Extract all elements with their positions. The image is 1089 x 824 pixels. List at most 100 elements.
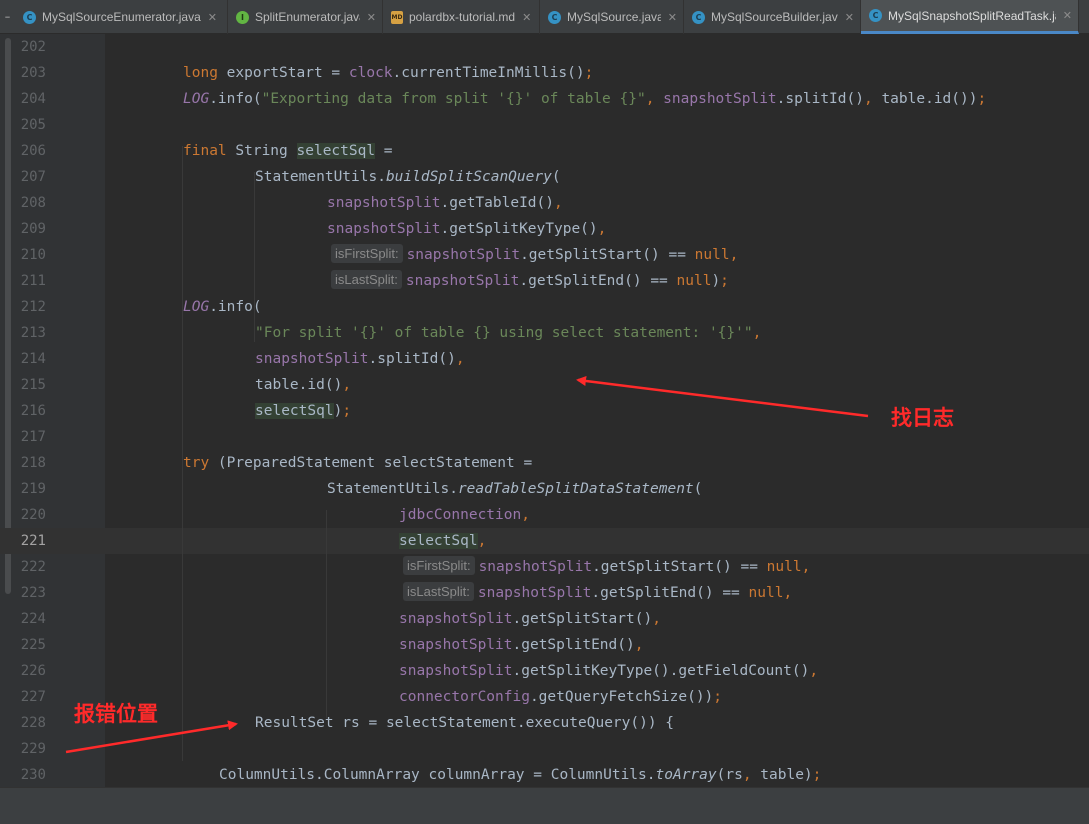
code-line[interactable]: 227 connectorConfig.getQueryFetchSize()); (0, 684, 1089, 710)
close-icon[interactable]: ✕ (668, 11, 677, 24)
line-number: 212 (20, 299, 46, 315)
code-text: snapshotSplit.splitId(), (255, 351, 465, 367)
indent-guide (254, 172, 255, 342)
tab-polardbx-tutorial[interactable]: MD polardbx-tutorial.md ✕ (383, 0, 540, 34)
code-text: StatementUtils.buildSplitScanQuery( (255, 169, 561, 185)
line-number: 224 (20, 611, 46, 627)
line-number: 223 (20, 585, 46, 601)
tab-my-sql-source-enumerator[interactable]: C MySqlSourceEnumerator.java ✕ (15, 0, 228, 34)
parameter-hint: isLastSplit: (403, 582, 474, 601)
tab-my-sql-snapshot-split-read-task[interactable]: C MySqlSnapshotSplitReadTask.java ✕ (861, 0, 1079, 34)
code-line[interactable]: 220 jdbcConnection, (0, 502, 1089, 528)
code-line[interactable]: 207 StatementUtils.buildSplitScanQuery( (0, 164, 1089, 190)
line-number: 230 (20, 767, 46, 783)
code-line[interactable]: 223 isLastSplit: snapshotSplit.getSplitEnd… (0, 580, 1089, 606)
code-text: try (PreparedStatement selectStatement = (183, 455, 533, 471)
parameter-hint: isFirstSplit: (403, 556, 475, 575)
line-number: 219 (20, 481, 46, 497)
code-text: table.id(), (255, 377, 352, 393)
line-number: 215 (20, 377, 46, 393)
code-text: snapshotSplit.getSplitKeyType(), (327, 221, 607, 237)
code-text: isFirstSplit: snapshotSplit.getSplitStart… (331, 242, 738, 268)
line-number: 211 (20, 273, 46, 289)
code-line[interactable]: 213 "For split '{}' of table {} using sel… (0, 320, 1089, 346)
code-line[interactable]: 224 snapshotSplit.getSplitStart(), (0, 606, 1089, 632)
code-text: snapshotSplit.getSplitStart(), (399, 611, 661, 627)
tab-label: MySqlSource.java (567, 10, 661, 24)
code-line[interactable]: 219 StatementUtils.readTableSplitDataStat… (0, 476, 1089, 502)
code-line[interactable]: 203 long exportStart = clock.currentTimeI… (0, 60, 1089, 86)
code-line[interactable]: 210 isFirstSplit: snapshotSplit.getSplitSt… (0, 242, 1089, 268)
tab-label: SplitEnumerator.java (255, 10, 360, 24)
line-number: 209 (20, 221, 46, 237)
code-line[interactable]: 209 snapshotSplit.getSplitKeyType(), (0, 216, 1089, 242)
line-number: 216 (20, 403, 46, 419)
code-line[interactable]: 229 (0, 736, 1089, 762)
editor-tab-bar: – C MySqlSourceEnumerator.java ✕ I SplitEnum… (0, 0, 1089, 34)
code-line[interactable]: 215 table.id(), (0, 372, 1089, 398)
java-interface-icon: I (236, 10, 249, 24)
indent-guide (182, 146, 183, 761)
java-class-icon: C (869, 9, 882, 22)
tab-my-sql-source[interactable]: C MySqlSource.java ✕ (540, 0, 684, 34)
close-icon[interactable]: ✕ (1063, 9, 1072, 22)
code-line[interactable]: 222 isFirstSplit: snapshotSplit.getSplitSt… (0, 554, 1089, 580)
tab-my-sql-source-builder[interactable]: C MySqlSourceBuilder.java ✕ (684, 0, 861, 34)
close-icon[interactable]: ✕ (367, 11, 376, 24)
line-number: 226 (20, 663, 46, 679)
close-icon[interactable]: ✕ (522, 11, 531, 24)
line-number: 208 (20, 195, 46, 211)
code-text: snapshotSplit.getSplitEnd(), (399, 637, 644, 653)
code-text: final String selectSql = (183, 143, 393, 159)
tab-label: polardbx-tutorial.md (409, 10, 516, 24)
code-line[interactable]: 218 try (PreparedStatement selectStatemen… (0, 450, 1089, 476)
code-text: long exportStart = clock.currentTimeInMi… (183, 65, 594, 81)
code-line[interactable]: 205 (0, 112, 1089, 138)
code-text: selectSql, (399, 533, 487, 549)
code-line[interactable]: 221 selectSql, (0, 528, 1089, 554)
code-line[interactable]: 214 snapshotSplit.splitId(), (0, 346, 1089, 372)
code-text: isFirstSplit: snapshotSplit.getSplitStart… (403, 554, 810, 580)
code-text: snapshotSplit.getSplitKeyType().getField… (399, 663, 819, 679)
tab-scroll-left-icon[interactable]: – (0, 0, 15, 33)
line-number: 210 (20, 247, 46, 263)
java-class-icon: C (692, 10, 705, 24)
code-line[interactable]: 228 ResultSet rs = selectStatement.execut… (0, 710, 1089, 736)
code-line[interactable]: 208 snapshotSplit.getTableId(), (0, 190, 1089, 216)
line-number: 206 (20, 143, 46, 159)
code-text: StatementUtils.readTableSplitDataStateme… (327, 481, 703, 497)
line-number: 205 (20, 117, 46, 133)
code-line[interactable]: 202 (0, 34, 1089, 60)
code-line[interactable]: 225 snapshotSplit.getSplitEnd(), (0, 632, 1089, 658)
line-number: 229 (20, 741, 46, 757)
annotation-find-log: 找日志 (891, 406, 954, 430)
bottom-panel (0, 787, 1089, 824)
line-number: 225 (20, 637, 46, 653)
markdown-file-icon: MD (391, 10, 403, 24)
code-text: isLastSplit: snapshotSplit.getSplitEnd() … (331, 268, 729, 294)
tab-split-enumerator[interactable]: I SplitEnumerator.java ✕ (228, 0, 383, 34)
line-number: 204 (20, 91, 46, 107)
code-line[interactable]: 212 LOG.info( (0, 294, 1089, 320)
code-line[interactable]: 211 isLastSplit: snapshotSplit.getSplitEnd… (0, 268, 1089, 294)
close-icon[interactable]: ✕ (845, 11, 854, 24)
annotation-error-location: 报错位置 (74, 702, 158, 726)
code-text: "For split '{}' of table {} using select… (255, 325, 762, 341)
line-number: 217 (20, 429, 46, 445)
line-number: 207 (20, 169, 46, 185)
code-line[interactable]: 204 LOG.info("Exporting data from split '… (0, 86, 1089, 112)
line-number: 218 (20, 455, 46, 471)
close-icon[interactable]: ✕ (208, 11, 217, 24)
code-text: jdbcConnection, (399, 507, 530, 523)
code-line[interactable]: 226 snapshotSplit.getSplitKeyType().getFi… (0, 658, 1089, 684)
line-number: 220 (20, 507, 46, 523)
code-line[interactable]: 230 ColumnUtils.ColumnArray columnArray =… (0, 762, 1089, 787)
tab-label: MySqlSourceBuilder.java (711, 10, 838, 24)
code-text: selectSql); (255, 403, 352, 419)
indent-guide (326, 510, 327, 718)
line-number: 203 (20, 65, 46, 81)
line-number: 221 (20, 533, 46, 549)
code-line[interactable]: 206 final String selectSql = (0, 138, 1089, 164)
parameter-hint: isFirstSplit: (331, 244, 403, 263)
line-number: 228 (20, 715, 46, 731)
